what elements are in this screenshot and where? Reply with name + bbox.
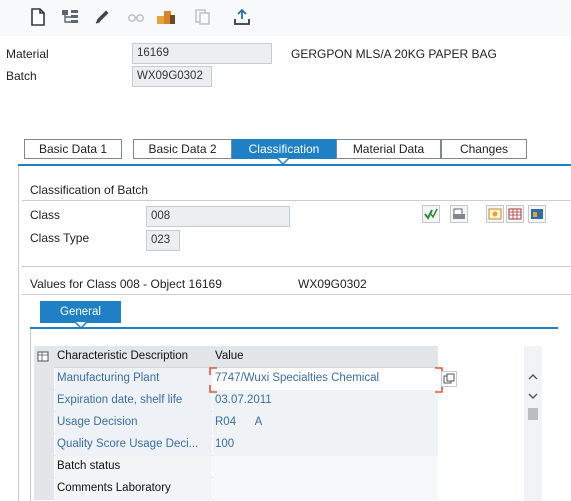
characteristic-description: Expiration date, shelf life bbox=[55, 390, 212, 412]
batch-field[interactable]: WX09G0302 bbox=[132, 66, 212, 87]
characteristic-description: Quality Score Usage Deci... bbox=[55, 434, 212, 456]
column-header-description[interactable]: Characteristic Description bbox=[55, 346, 212, 368]
class-label: Class bbox=[30, 208, 61, 222]
tab-underline bbox=[18, 164, 571, 166]
row-selector[interactable] bbox=[34, 368, 54, 390]
upload-icon[interactable] bbox=[230, 5, 254, 29]
tab-basic-data-2[interactable]: Basic Data 2 bbox=[133, 139, 232, 159]
settings-grid-icon[interactable] bbox=[486, 205, 504, 223]
tab-changes[interactable]: Changes bbox=[441, 139, 527, 159]
table-row[interactable]: Comments Laboratory bbox=[34, 478, 438, 500]
row-selector[interactable] bbox=[34, 390, 54, 412]
table-icon[interactable] bbox=[506, 205, 524, 223]
classification-divider bbox=[22, 200, 571, 201]
new-document-icon[interactable] bbox=[26, 5, 50, 29]
row-selector[interactable] bbox=[34, 456, 54, 478]
class-type-label: Class Type bbox=[30, 231, 90, 245]
print-icon[interactable] bbox=[450, 205, 468, 223]
hierarchy-icon[interactable] bbox=[58, 5, 82, 29]
characteristic-description: Usage Decision bbox=[55, 412, 212, 434]
boxes-stock-icon[interactable] bbox=[154, 5, 178, 29]
values-title: Values for Class 008 - Object 16169 bbox=[30, 277, 222, 291]
layout-icon[interactable] bbox=[528, 205, 546, 223]
characteristic-description: Manufacturing Plant bbox=[55, 368, 212, 390]
characteristic-description: Batch status bbox=[55, 456, 212, 478]
column-header-value[interactable]: Value bbox=[213, 346, 438, 368]
input-focus-bracket bbox=[209, 367, 443, 393]
row-selector[interactable] bbox=[34, 434, 54, 456]
table-header-row: Characteristic Description Value bbox=[34, 346, 438, 368]
classification-title: Classification of Batch bbox=[30, 183, 149, 197]
row-selector[interactable] bbox=[34, 412, 54, 434]
class-field[interactable]: 008 bbox=[146, 206, 290, 227]
characteristic-value[interactable] bbox=[213, 478, 438, 500]
table-row[interactable]: Expiration date, shelf life 03.07.2011 bbox=[34, 390, 438, 412]
pencil-edit-icon[interactable] bbox=[90, 5, 114, 29]
tab-basic-data-1[interactable]: Basic Data 1 bbox=[24, 139, 122, 159]
toolbar bbox=[0, 0, 571, 36]
material-description: GERGPON MLS/A 20KG PAPER BAG bbox=[291, 47, 497, 61]
tab-material-data[interactable]: Material Data bbox=[336, 139, 441, 159]
classification-bottom-divider bbox=[22, 266, 571, 267]
class-type-field[interactable]: 023 bbox=[146, 230, 180, 251]
glasses-display-icon[interactable] bbox=[124, 5, 148, 29]
characteristic-description: Comments Laboratory bbox=[55, 478, 212, 500]
tab-classification[interactable]: Classification bbox=[232, 139, 336, 159]
values-divider bbox=[22, 294, 571, 295]
general-left-border bbox=[30, 329, 31, 501]
material-field[interactable]: 16169 bbox=[132, 43, 272, 64]
content-left-border bbox=[18, 166, 19, 501]
material-label: Material bbox=[6, 47, 49, 61]
table-scrollbar[interactable] bbox=[524, 346, 542, 501]
table-row[interactable]: Usage Decision R04 A bbox=[34, 412, 438, 434]
characteristic-value[interactable]: 03.07.2011 bbox=[213, 390, 438, 412]
copy-document-icon[interactable] bbox=[190, 5, 214, 29]
value-help-icon[interactable] bbox=[441, 371, 457, 387]
tab-general[interactable]: General bbox=[40, 301, 121, 323]
general-tab-underline bbox=[30, 327, 558, 329]
characteristic-value[interactable] bbox=[213, 456, 438, 478]
row-selector[interactable] bbox=[34, 478, 54, 500]
check-icon[interactable] bbox=[422, 205, 440, 223]
batch-label: Batch bbox=[6, 69, 37, 83]
characteristic-value[interactable]: 100 bbox=[213, 434, 438, 456]
values-object: WX09G0302 bbox=[298, 277, 367, 291]
characteristic-value[interactable]: R04 A bbox=[213, 412, 438, 434]
scroll-thumb[interactable] bbox=[528, 408, 538, 420]
table-row[interactable]: Batch status bbox=[34, 456, 438, 478]
scroll-down-icon[interactable] bbox=[528, 392, 538, 400]
scroll-up-icon[interactable] bbox=[528, 373, 538, 381]
select-all-icon[interactable] bbox=[34, 346, 54, 368]
table-row[interactable]: Quality Score Usage Deci... 100 bbox=[34, 434, 438, 456]
